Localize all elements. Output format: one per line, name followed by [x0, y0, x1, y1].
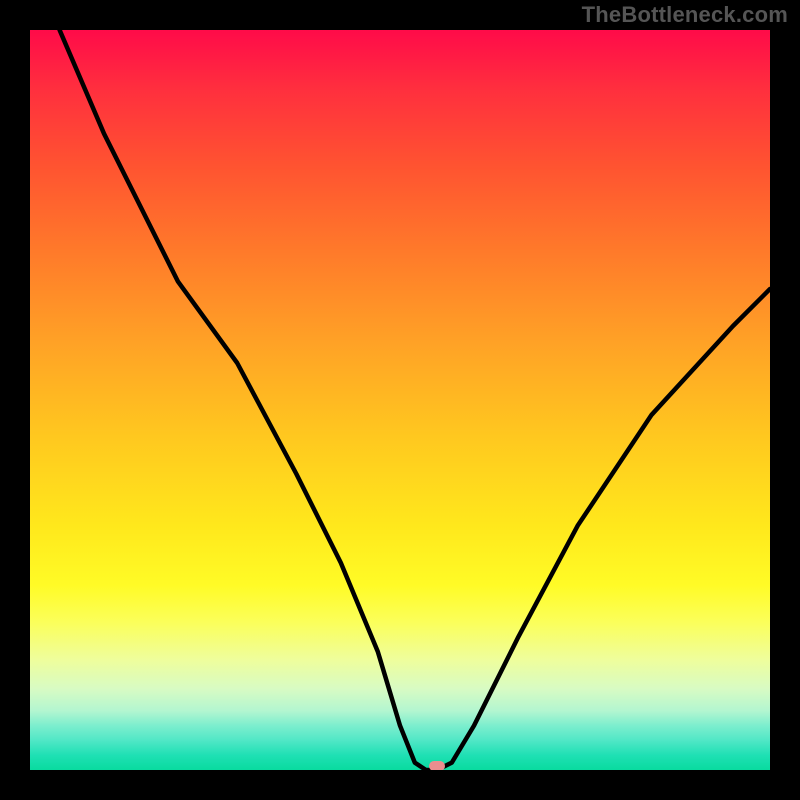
chart-frame: TheBottleneck.com	[0, 0, 800, 800]
plot-area	[30, 30, 770, 770]
optimum-marker	[429, 761, 445, 770]
bottleneck-curve	[30, 30, 770, 770]
watermark-text: TheBottleneck.com	[582, 2, 788, 28]
curve-path	[60, 30, 770, 770]
